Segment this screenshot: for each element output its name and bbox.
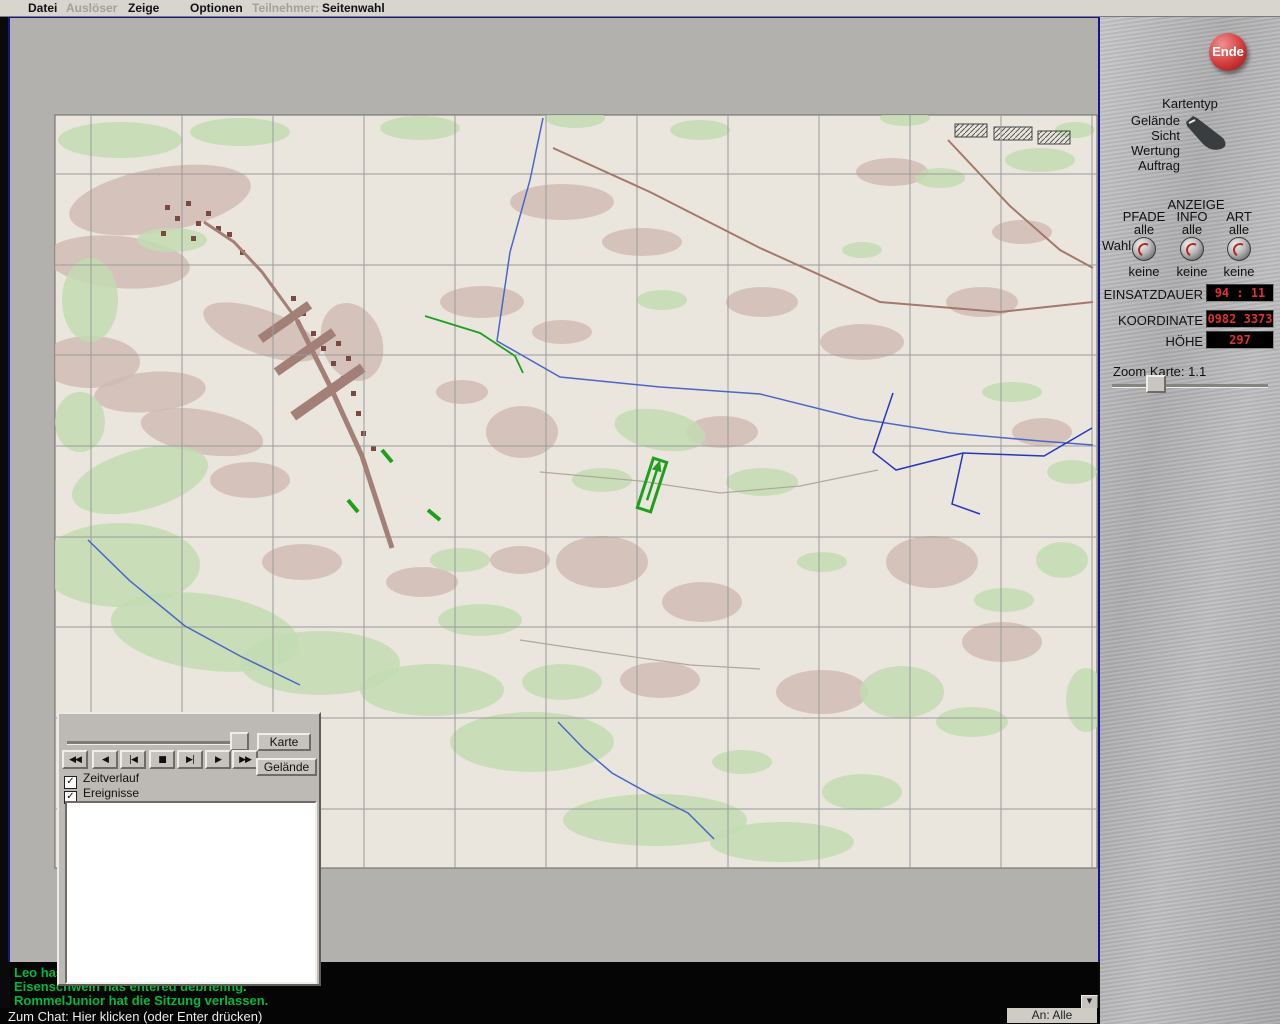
art-keine-label: keine: [1223, 264, 1255, 279]
step-backward-button[interactable]: |◀: [120, 750, 146, 769]
overview-minimap: [1105, 848, 1277, 1011]
replay-panel: ◀◀ ◀ |◀ ■ ▶| ▶ ▶▶ Karte Gelände ✓ Zeitverlauf ✓ E…: [57, 712, 321, 986]
menu-item-auslser: Auslöser: [66, 1, 118, 15]
play-backward-button[interactable]: ◀: [92, 750, 118, 769]
koordinate-label: KOORDINATE: [1118, 313, 1203, 328]
menu-item-datei[interactable]: Datei: [28, 1, 57, 15]
kartentyp-option-wertung[interactable]: Wertung: [1131, 143, 1180, 158]
chat-message: RommelJunior hat die Sitzung verlassen.: [14, 993, 269, 1008]
pfade-knob[interactable]: [1132, 237, 1156, 261]
info-knob[interactable]: [1180, 237, 1204, 261]
gelaende-button[interactable]: Gelände: [256, 758, 317, 776]
koordinate-display: 0982 3373: [1206, 310, 1274, 328]
einsatzdauer-label: EINSATZDAUER: [1103, 287, 1203, 302]
anzeige-group-art: ART alle keine: [1211, 209, 1267, 279]
zeitverlauf-label: Zeitverlauf: [83, 771, 140, 785]
replay-slider-track[interactable]: [67, 732, 249, 751]
menu-bar: Datei Auslöser Zeige Optionen Teilnehmer: Sei…: [0, 0, 1280, 17]
einsatzdauer-display: 94 : 11: [1206, 284, 1274, 302]
menu-item-seitenwahl[interactable]: Seitenwahl: [322, 1, 385, 15]
karte-button[interactable]: Karte: [257, 733, 311, 751]
play-button[interactable]: ▶: [205, 750, 231, 769]
ende-button[interactable]: Ende: [1209, 33, 1247, 71]
menu-item-zeige[interactable]: Zeige: [128, 1, 159, 15]
art-alle-label: alle: [1228, 222, 1250, 237]
art-label: ART: [1226, 209, 1252, 224]
kartentyp-label: Kartentyp: [1162, 96, 1218, 111]
hoehe-label: HÖHE: [1165, 334, 1203, 349]
replay-slider-thumb[interactable]: [230, 732, 249, 751]
control-panel: Ende Kartentyp Gelände Sicht Wertung Auftra…: [1100, 16, 1280, 1024]
zoom-slider-track[interactable]: [1112, 375, 1268, 393]
kartentyp-option-sicht[interactable]: Sicht: [1151, 128, 1180, 143]
menu-item-optionen[interactable]: Optionen: [190, 1, 243, 15]
kartentyp-option-gelnde[interactable]: Gelände: [1131, 113, 1180, 128]
stop-button[interactable]: ■: [149, 750, 175, 769]
art-knob[interactable]: [1227, 237, 1251, 261]
recipient-selector[interactable]: An: Alle: [1007, 1008, 1097, 1023]
fast-forward-button[interactable]: ▶▶: [232, 750, 258, 769]
hoehe-display: 297: [1206, 331, 1274, 349]
event-list[interactable]: [65, 801, 317, 984]
zoom-slider-thumb[interactable]: [1146, 375, 1166, 393]
kartentyp-knob-pointer-icon[interactable]: [1183, 114, 1229, 152]
chat-dropdown-arrow-icon[interactable]: ▼: [1081, 995, 1098, 1009]
chat-hint[interactable]: Zum Chat: Hier klicken (oder Enter drück…: [8, 1009, 262, 1024]
kartentyp-option-auftrag[interactable]: Auftrag: [1138, 158, 1180, 173]
rewind-button[interactable]: ◀◀: [62, 750, 88, 769]
menu-item-teilnehmer: Teilnehmer:: [252, 1, 320, 15]
ereignisse-label: Ereignisse: [83, 786, 140, 800]
chat-status-bar[interactable]: Zum Chat: Hier klicken (oder Enter drück…: [0, 1008, 1100, 1024]
step-forward-button[interactable]: ▶|: [177, 750, 203, 769]
chat-message: Leo has: [14, 965, 64, 980]
